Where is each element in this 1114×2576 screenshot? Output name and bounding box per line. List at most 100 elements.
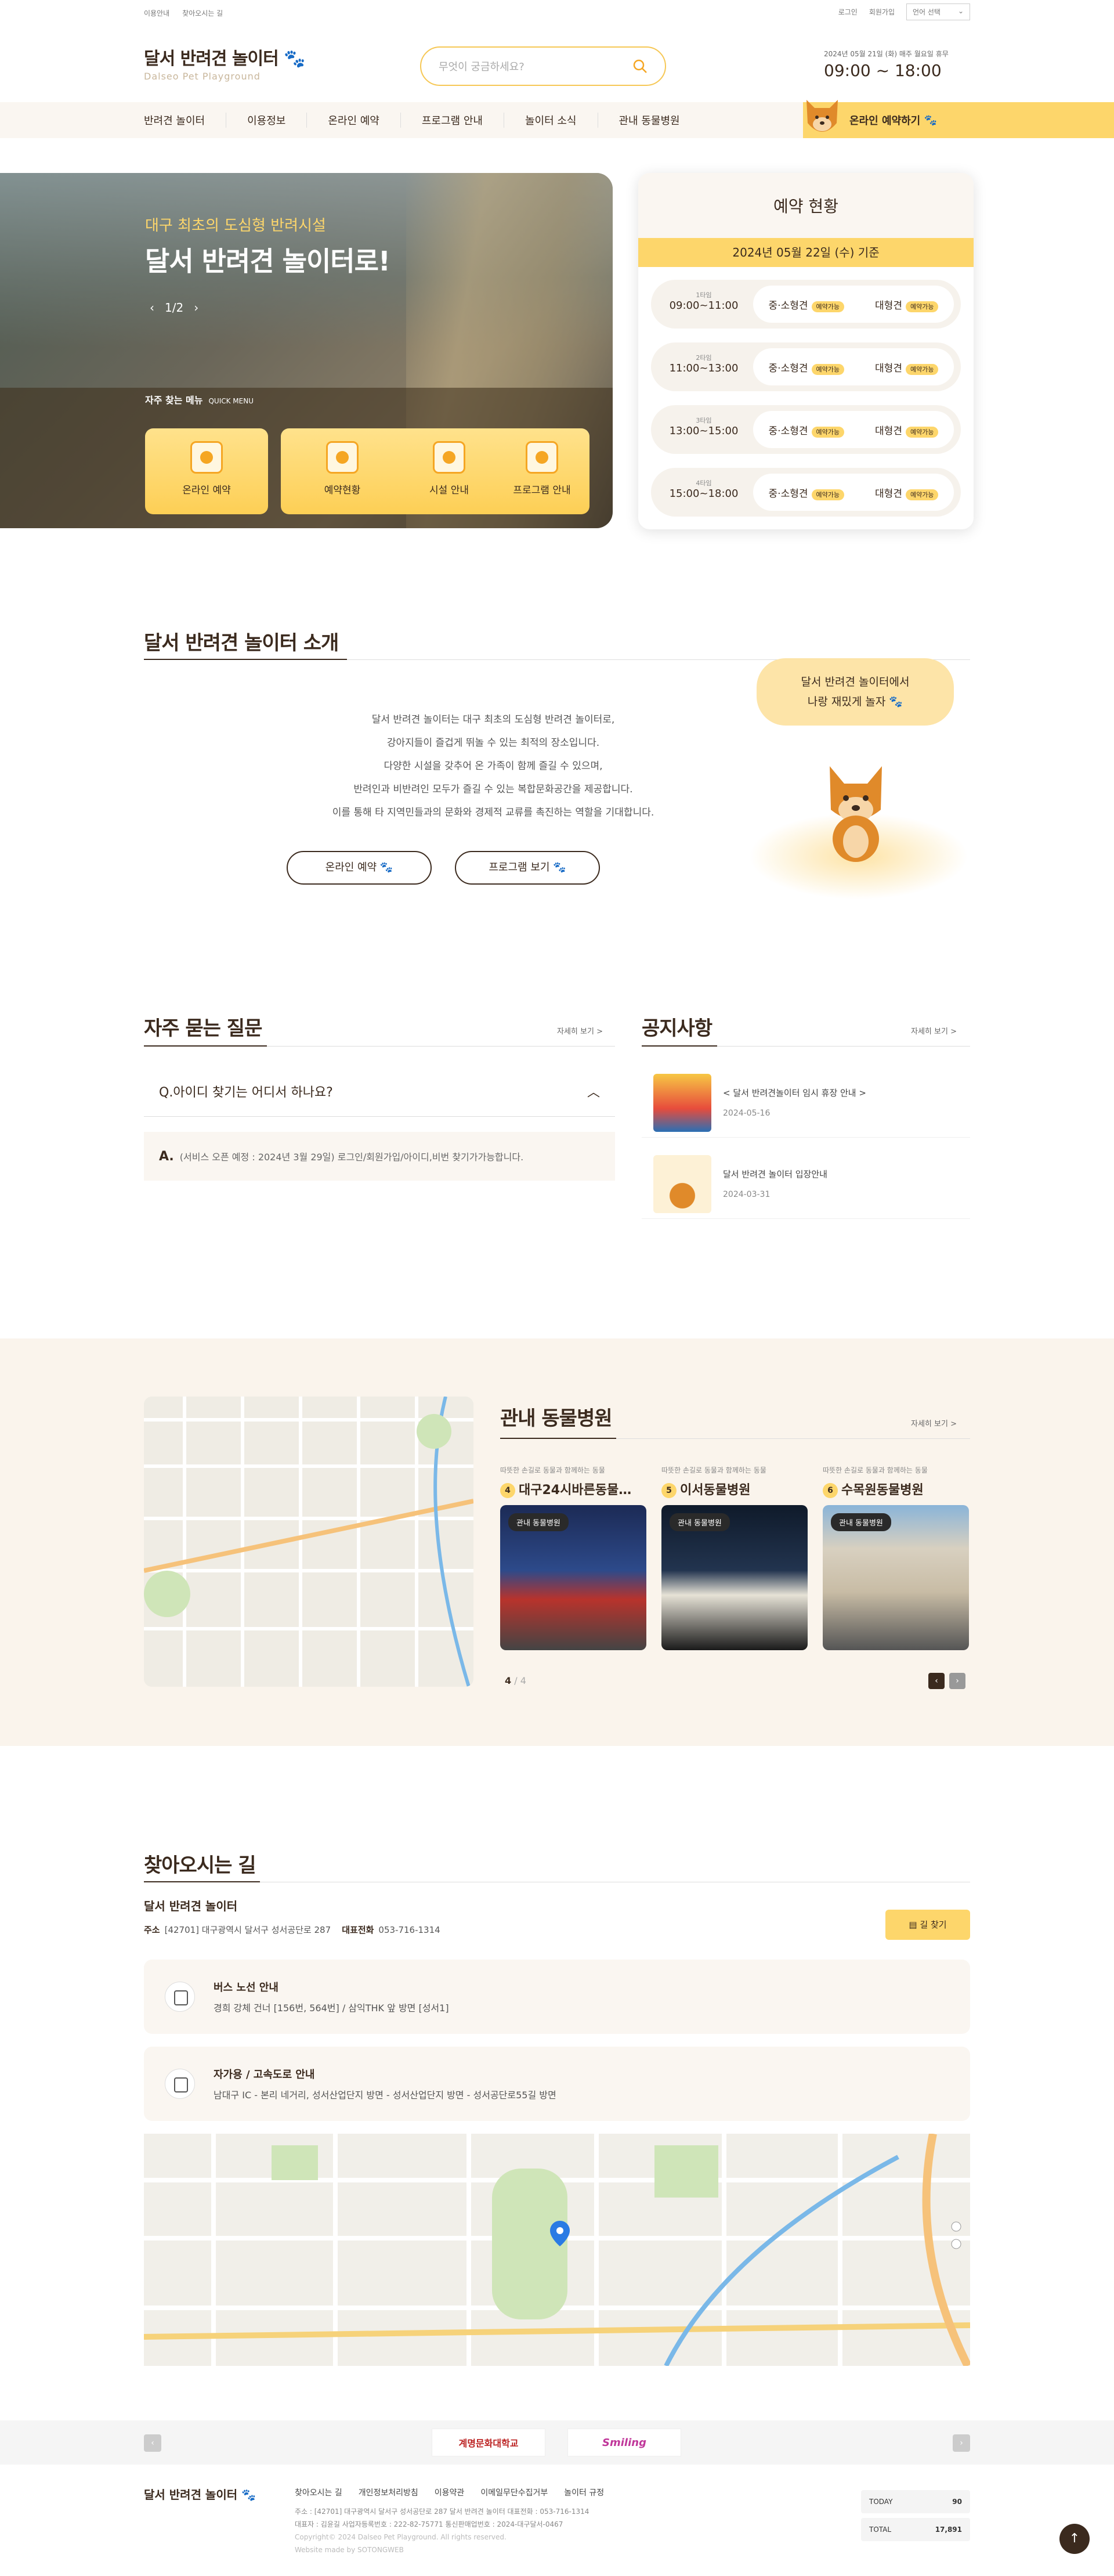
status-badge: 예약가능 — [811, 301, 844, 312]
status-badge: 예약가능 — [811, 363, 844, 375]
paw-icon: 🐾 — [379, 861, 393, 874]
hospital-photo: 관내 동물병원 — [500, 1505, 646, 1650]
status-badge: 예약가능 — [905, 363, 939, 375]
partner-logo[interactable]: 계명문화대학교 — [432, 2429, 545, 2456]
nav-item-hospital[interactable]: 관내 동물병원 — [598, 113, 701, 128]
car-info: 자가용 / 고속도로 안내 남대구 IC - 본리 네거리, 성서산업단지 방면… — [144, 2047, 970, 2121]
partner-logo[interactable]: Smiling — [567, 2429, 681, 2456]
divider — [144, 1045, 267, 1047]
status-badge: 예약가능 — [905, 301, 939, 312]
dog-mascot-icon — [806, 100, 838, 132]
notice-item[interactable]: 달서 반려견 놀이터 입장안내 2024-03-31 — [642, 1138, 970, 1219]
reservation-title: 예약 현황 — [638, 173, 974, 238]
intro-program-button[interactable]: 프로그램 보기 🐾 — [455, 851, 600, 885]
location-title: 찾아오시는 길 — [144, 1854, 256, 1877]
location-address: 주소 [42701] 대구광역시 달서구 성서공단로 287 대표전화 053-71… — [144, 1925, 440, 1935]
notice-item[interactable]: < 달서 반려견놀이터 임시 휴장 안내 > 2024-05-16 — [642, 1056, 970, 1138]
operating-hours: 2024년 05월 21일 (화) 매주 월요일 휴무 09:00 ~ 18:0… — [824, 50, 949, 80]
search-input[interactable]: 무엇이 궁금하세요? — [420, 46, 666, 86]
status-badge: 예약가능 — [905, 489, 939, 500]
location-name: 달서 반려견 놀이터 — [144, 1899, 238, 1913]
location-map[interactable] — [144, 2134, 970, 2366]
nav-item-program[interactable]: 프로그램 안내 — [401, 113, 504, 128]
reservation-date: 2024년 05월 22일 (수) 기준 — [638, 238, 974, 267]
faq-question[interactable]: Q.아이디 찾기는 어디서 하나요? ︿ — [144, 1067, 615, 1117]
hospital-map[interactable] — [144, 1397, 473, 1687]
chevron-left-icon[interactable]: ‹ — [928, 1673, 945, 1689]
intro-reserve-button[interactable]: 온라인 예약 🐾 — [287, 851, 432, 885]
map-image — [144, 2134, 970, 2366]
search-icon[interactable] — [632, 59, 648, 74]
hospital-card[interactable]: 따뜻한 손길로 동물과 함께하는 동물 6 수목원동물병원 관내 동물병원 — [823, 1465, 969, 1650]
hero-title: 달서 반려견 놀이터로! — [145, 246, 390, 277]
hospital-card[interactable]: 따뜻한 손길로 동물과 함께하는 동물 5 이서동물병원 관내 동물병원 — [661, 1465, 808, 1650]
dog-mascot-image — [830, 766, 882, 862]
footer-link-directions[interactable]: 찾아오시는 길 — [295, 2487, 342, 2498]
hospital-card[interactable]: 따뜻한 손길로 동물과 함께하는 동물 4 대구24시바른동물… 관내 동물병원 — [500, 1465, 646, 1650]
status-badge: 예약가능 — [811, 426, 844, 438]
divider — [144, 659, 347, 660]
chevron-right-icon[interactable]: › — [949, 1673, 965, 1689]
quick-reserve-status-button[interactable]: 예약현황 — [281, 428, 404, 514]
footer-logo[interactable]: 달서 반려견 놀이터 🐾 — [144, 2485, 256, 2502]
chevron-up-icon[interactable]: ︿ — [587, 1082, 600, 1101]
nav-item-info[interactable]: 이용정보 — [226, 113, 308, 128]
directions-button[interactable]: ▤ 길 찾기 — [885, 1910, 970, 1940]
footer-link-privacy[interactable]: 개인정보처리방침 — [359, 2487, 418, 2498]
site-logo[interactable]: 달서 반려견 놀이터 🐾 Dalseo Pet Playground — [144, 44, 318, 85]
reservation-slot[interactable]: 3타임 13:00~15:00 중·소형견 예약가능 대형견 예약가능 — [651, 405, 961, 454]
notice-thumbnail — [653, 1155, 711, 1213]
calendar-icon — [190, 441, 223, 474]
login-link[interactable]: 로그인 — [838, 7, 858, 17]
notice-title: 공지사항 — [642, 1017, 712, 1040]
speech-bubble: 달서 반려견 놀이터에서 나랑 재밌게 놀자 🐾 — [757, 658, 954, 726]
hospital-title: 관내 동물병원 — [500, 1407, 613, 1430]
quick-online-reserve-button[interactable]: 온라인 예약 — [145, 428, 268, 514]
hospital-nav: ‹ › — [928, 1673, 965, 1689]
checklist-icon — [326, 441, 359, 474]
paw-icon: 🐾 — [284, 49, 305, 69]
reservation-status: 예약 현황 2024년 05월 22일 (수) 기준 1타임 09:00~11:0… — [638, 173, 974, 529]
building-icon — [433, 441, 465, 474]
nav-item-playground[interactable]: 반려견 놀이터 — [144, 113, 227, 128]
divider — [144, 1881, 260, 1882]
reservation-slot[interactable]: 4타임 15:00~18:00 중·소형견 예약가능 대형견 예약가능 — [651, 468, 961, 517]
reservation-slot[interactable]: 1타임 09:00~11:00 중·소형견 예약가능 대형견 예약가능 — [651, 280, 961, 329]
faq-more-link[interactable]: 자세히 보기 > — [557, 1025, 603, 1036]
quick-program-button[interactable]: 프로그램 안내 — [494, 428, 589, 514]
nav-item-news[interactable]: 놀이터 소식 — [504, 113, 598, 128]
paw-icon: 🐾 — [553, 861, 566, 874]
chevron-left-icon[interactable]: ‹ — [150, 301, 154, 315]
notice-more-link[interactable]: 자세히 보기 > — [911, 1025, 957, 1036]
footer-link-terms[interactable]: 이용약관 — [435, 2487, 465, 2498]
footer-info: 주소 : [42701] 대구광역시 달서구 성서공단로 287 달서 반려견 … — [295, 2508, 589, 2554]
reservation-slot[interactable]: 2타임 11:00~13:00 중·소형견 예약가능 대형견 예약가능 — [651, 342, 961, 391]
footer-links: 찾아오시는 길 개인정보처리방침 이용약관 이메일무단수집거부 놀이터 규정 — [295, 2487, 604, 2498]
paw-icon: 🐾 — [889, 695, 903, 708]
paw-icon: 🐾 — [241, 2488, 256, 2502]
status-badge: 예약가능 — [811, 489, 844, 500]
chevron-right-icon[interactable]: › — [194, 301, 198, 315]
hospital-pager: 4 / 4 — [505, 1675, 526, 1686]
hero-pager: ‹ 1/2 › — [150, 301, 199, 315]
footer-link-email[interactable]: 이메일무단수집거부 — [480, 2487, 548, 2498]
hospital-more-link[interactable]: 자세히 보기 > — [911, 1417, 957, 1428]
footer-link-rules[interactable]: 놀이터 규정 — [564, 2487, 604, 2498]
hero-banner: 대구 최초의 도심형 반려시설 달서 반려견 놀이터로! ‹ 1/2 › 자주 … — [0, 173, 613, 528]
nav-item-reservation[interactable]: 온라인 예약 — [307, 113, 401, 128]
scroll-top-button[interactable]: ↑ — [1059, 2524, 1090, 2554]
bus-info: 버스 노선 안내 경희 강체 건너 [156번, 564번] / 삼익THK 앞… — [144, 1960, 970, 2034]
join-link[interactable]: 회원가입 — [869, 7, 895, 17]
visitor-counter: TODAY 90 TOTAL 17,891 — [861, 2490, 970, 2546]
online-reserve-button[interactable]: 온라인 예약하기 🐾 — [803, 102, 1114, 138]
topbar-link-directions[interactable]: 찾아오시는 길 — [182, 8, 223, 18]
faq-title: 자주 묻는 질문 — [144, 1017, 262, 1040]
quick-facility-button[interactable]: 시설 안내 — [388, 428, 511, 514]
intro-text: 달서 반려견 놀이터는 대구 최초의 도심형 반려견 놀이터로, 강아지들이 즐… — [332, 714, 654, 818]
chevron-left-icon[interactable]: ‹ — [144, 2434, 161, 2452]
divider — [642, 1045, 717, 1047]
topbar-link-guide[interactable]: 이용안내 — [144, 8, 169, 18]
language-select[interactable]: 언어 선택 ⌄ — [906, 3, 970, 20]
chevron-right-icon[interactable]: › — [953, 2434, 970, 2452]
divider — [500, 1438, 616, 1439]
